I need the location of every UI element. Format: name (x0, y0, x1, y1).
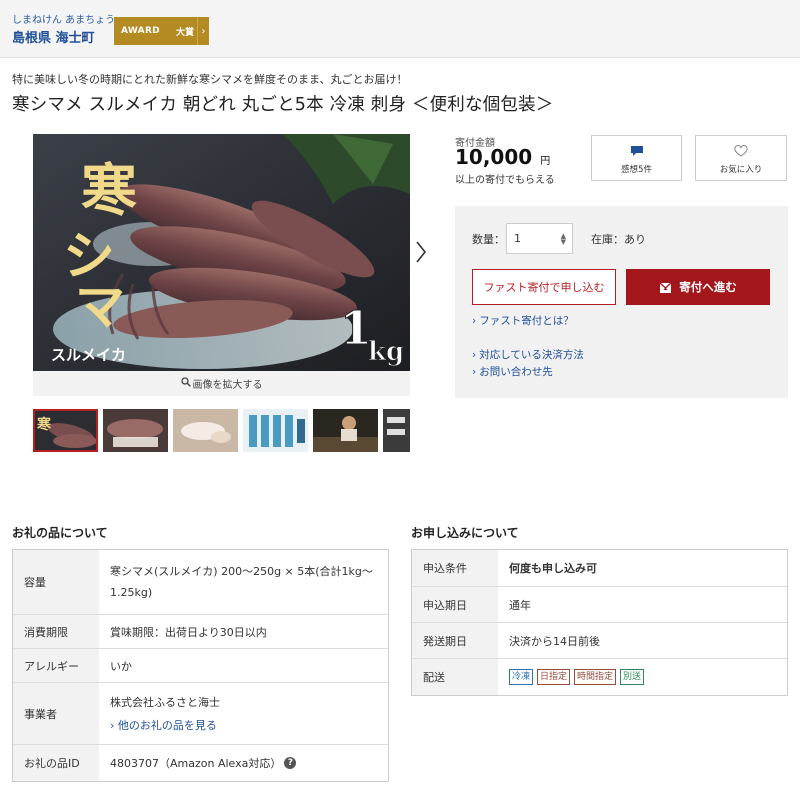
product-main-image[interactable]: 寒 シ マ スルメイカ 1 kg (33, 134, 410, 371)
gift-info-table: 容量 寒シマメ(スルメイカ) 200～250g × 5本(合計1kg～1.25k… (12, 549, 389, 782)
link-fast-donate-info[interactable]: › ファスト寄付とは？ (472, 313, 574, 328)
table-row: 事業者 株式会社ふるさと海士 › 他のお礼の品を見る (13, 682, 388, 744)
capacity-value: 寒シマメ(スルメイカ) 200～250g × 5本(合計1kg～1.25kg) (110, 565, 373, 599)
thumbnail-3[interactable] (173, 409, 238, 452)
currency: 円 (540, 156, 551, 167)
municipality-name-link[interactable]: 島根県 海士町 (12, 27, 95, 46)
table-row: お礼の品ID 4803707（Amazon Alexa対応） ? (13, 744, 388, 781)
table-row: 容量 寒シマメ(スルメイカ) 200～250g × 5本(合計1kg～1.25k… (13, 550, 388, 614)
business-label: 事業者 (13, 683, 99, 744)
thumbnail-1[interactable]: 寒 (33, 409, 98, 452)
award-badge[interactable]: AWARD 大賞 › (114, 17, 209, 45)
fast-donate-button[interactable]: ファスト寄付で申し込む (472, 269, 616, 305)
application-info-table: 申込条件 何度も申し込み可 申込期日 通年 発送期日 決済から14日前後 配送 … (411, 549, 788, 696)
thumbnail-5[interactable] (313, 409, 378, 452)
delivery-tag-date: 日指定 (537, 669, 571, 685)
thumbnail-2[interactable] (103, 409, 168, 452)
price-value: 10,000 (455, 145, 533, 169)
quantity-select[interactable]: 1 ▲ ▼ (506, 223, 573, 254)
gift-info-heading: お礼の品について (12, 526, 108, 540)
period-value: 通年 (509, 598, 531, 612)
svg-text:寒: 寒 (37, 416, 52, 433)
page-title: 寒シマメ スルメイカ 朝どれ 丸ごと5本 冷凍 刺身 ＜便利な個包装＞ (12, 95, 554, 115)
chevron-right-icon: › (472, 349, 477, 361)
price: 10,000 円 (455, 145, 550, 169)
stock-status: 在庫：あり (591, 233, 646, 246)
delivery-tag-time: 時間指定 (574, 669, 617, 685)
chevron-right-icon: › (110, 719, 118, 732)
zoom-label: 画像を拡大する (192, 380, 263, 391)
image-title-char1: 寒 (81, 158, 137, 224)
gift-id-cell: 4803707（Amazon Alexa対応） ? (110, 745, 380, 781)
condition-label: 申込条件 (412, 550, 498, 586)
image-subtitle: スルメイカ (51, 346, 126, 364)
business-value-cell: 株式会社ふるさと海士 › 他のお礼の品を見る (110, 683, 380, 744)
image-title-char3: マ (75, 277, 125, 336)
capacity-label: 容量 (13, 550, 99, 614)
municipality-kana: しまねけん あまちょう (12, 15, 116, 26)
award-label: AWARD (121, 26, 160, 36)
help-icon[interactable]: ? (284, 757, 297, 769)
donate-label: 寄付へ進む (679, 280, 737, 294)
magnifier-icon (180, 377, 191, 390)
quantity-label: 数量： (472, 233, 505, 246)
speech-bubble-icon (630, 142, 644, 161)
other-gifts-link[interactable]: › 他のお礼の品を見る (110, 717, 217, 733)
business-value: 株式会社ふるさと海士 (110, 696, 220, 709)
allergy-value: いか (110, 659, 132, 673)
link-contact[interactable]: › お問い合わせ先 (472, 364, 553, 379)
product-subtitle: 特に美味しい冬の時期にとれた新鮮な寒シマメを鮮度そのまま、丸ごとお届け！ (12, 73, 408, 86)
delivery-label: 配送 (412, 659, 498, 695)
shipping-label: 発送期日 (412, 623, 498, 658)
shipping-value: 決済から14日前後 (509, 634, 600, 648)
gift-id-value: 4803707（Amazon Alexa対応） (110, 757, 282, 770)
favorite-button[interactable]: お気に入り (695, 135, 787, 181)
table-row: 申込条件 何度も申し込み可 (412, 550, 787, 586)
table-row: 消費期限 賞味期限：出荷日より30日以内 (13, 614, 388, 648)
price-note: 以上の寄付でもらえる (455, 175, 555, 186)
next-image-arrow-icon[interactable] (411, 235, 431, 269)
chevron-right-icon: › (472, 366, 477, 378)
chevron-right-icon: › (197, 17, 209, 45)
expiry-value: 賞味期限：出荷日より30日以内 (110, 625, 267, 639)
table-row: アレルギー いか (13, 648, 388, 682)
donate-button[interactable]: 寄付へ進む (626, 269, 770, 305)
envelope-icon (659, 281, 672, 294)
delivery-tag-frozen: 冷凍 (509, 669, 534, 685)
quantity-value: 1 (514, 232, 521, 245)
delivery-tag-separate: 別送 (620, 669, 645, 685)
allergy-label: アレルギー (13, 649, 99, 682)
favorite-label: お気に入り (719, 164, 763, 175)
table-row: 発送期日 決済から14日前後 (412, 622, 787, 658)
thumbnail-strip: 寒 (33, 409, 410, 452)
link-payment-methods[interactable]: › 対応している決済方法 (472, 347, 584, 362)
purchase-panel: 数量： 1 ▲ ▼ 在庫：あり ファスト寄付で申し込む 寄付へ進む › ファスト寄付… (455, 206, 788, 398)
condition-value: 何度も申し込み可 (509, 562, 597, 575)
select-arrows-icon: ▲ ▼ (560, 232, 566, 246)
image-weight-unit: kg (368, 337, 404, 367)
squid-photo: 寒 シ マ スルメイカ 1 kg (33, 134, 410, 371)
table-row: 配送 冷凍 日指定 時間指定 別送 (412, 658, 787, 695)
delivery-tags: 冷凍 日指定 時間指定 別送 (509, 659, 648, 695)
expiry-label: 消費期限 (13, 615, 99, 648)
reviews-button[interactable]: 感想5件 (591, 135, 682, 181)
municipality-header: しまねけん あまちょう 島根県 海士町 AWARD 大賞 › (0, 0, 800, 58)
reviews-label: 感想5件 (621, 164, 652, 175)
thumbnail-4[interactable] (243, 409, 308, 452)
heart-icon (734, 142, 748, 161)
period-label: 申込期日 (412, 587, 498, 622)
thumbnail-6[interactable] (383, 409, 410, 452)
gift-id-label: お礼の品ID (13, 745, 99, 781)
application-info-heading: お申し込みについて (411, 526, 519, 540)
chevron-right-icon: › (472, 315, 477, 327)
award-rank: 大賞 (175, 27, 194, 38)
table-row: 申込期日 通年 (412, 586, 787, 622)
zoom-image-button[interactable]: 画像を拡大する (33, 371, 410, 396)
